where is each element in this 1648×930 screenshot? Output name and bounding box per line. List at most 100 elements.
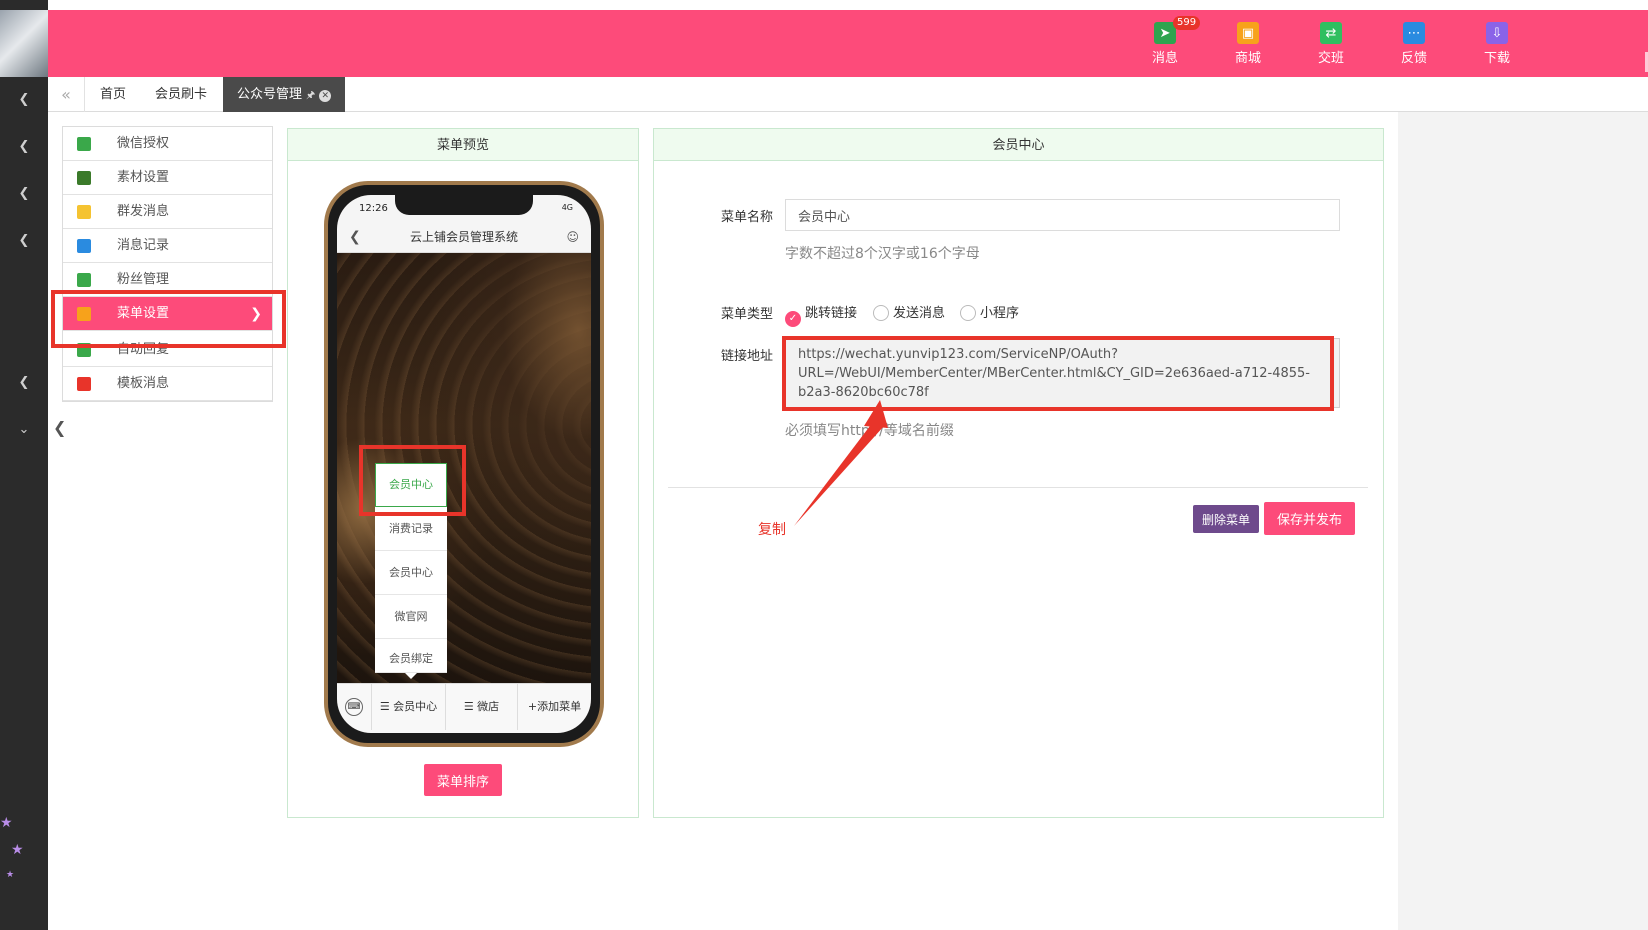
- top-header: ➤ 599 消息 ▣ 商城 ⇄ 交班 ⋯ 反馈 ⇩ 下载: [48, 10, 1648, 77]
- tab-member-card[interactable]: 会员刷卡: [155, 77, 207, 112]
- url-label: 链接地址: [721, 349, 774, 364]
- phone-menu-bar: ⌨ ☰ 会员中心 ☰ 微店 +添加菜单: [337, 683, 591, 733]
- chevron-left-icon[interactable]: ❮: [14, 184, 34, 204]
- radio-send-message[interactable]: 发送消息: [873, 302, 945, 321]
- submenu-item-label: 微信授权: [117, 136, 170, 151]
- submenu-item-label: 消息记录: [117, 238, 170, 253]
- topbar-item-messages[interactable]: ➤ 599 消息: [1135, 16, 1201, 66]
- chat-icon: ⋯: [1403, 22, 1425, 44]
- keyboard-icon[interactable]: ⌨: [345, 698, 363, 716]
- star-icon: ★: [11, 842, 24, 858]
- submenu-item-wechat-auth[interactable]: 微信授权: [63, 127, 272, 161]
- copy-annotation: 复制: [758, 522, 786, 538]
- message-count-badge: 599: [1173, 16, 1201, 30]
- popup-item[interactable]: 会员绑定: [375, 639, 447, 673]
- user-icon: ☺: [566, 230, 579, 244]
- topbar-item-label: 下载: [1483, 51, 1510, 66]
- chevron-left-icon[interactable]: ❮: [14, 137, 34, 157]
- popup-item[interactable]: 会员中心: [375, 551, 447, 595]
- topbar-item-label: 交班: [1317, 51, 1344, 66]
- submenu-item-label: 素材设置: [117, 170, 170, 185]
- menu-editor-panel: 会员中心: [653, 128, 1384, 818]
- submenu-item-broadcast[interactable]: 群发消息: [63, 195, 272, 229]
- right-gutter: [1398, 112, 1648, 930]
- status-signal: 4G: [561, 203, 573, 212]
- radio-label: 发送消息: [893, 306, 946, 321]
- menu-lines-icon: ☰: [379, 700, 394, 713]
- name-hint: 字数不超过8个汉字或16个字母: [785, 246, 980, 262]
- topbar-item-label: 消息: [1151, 51, 1178, 66]
- logo: [0, 10, 48, 77]
- radio-circle-icon: [960, 305, 976, 321]
- topbar-item-handover[interactable]: ⇄ 交班: [1301, 22, 1361, 66]
- pin-icon[interactable]: 🖈: [306, 90, 315, 101]
- star-icon: ★: [0, 815, 13, 831]
- left-sidebar: ❮ ❮ ❮ ❮ ❮ ⌄ ★ ★ ★: [0, 0, 48, 930]
- tab-home[interactable]: 首页: [100, 77, 126, 112]
- status-time: 12:26: [359, 203, 388, 214]
- image-icon: [77, 171, 91, 185]
- phone-navbar: ❮ 云上铺会员管理系统 ☺: [337, 221, 591, 253]
- type-label: 菜单类型: [721, 307, 774, 322]
- highlight-box: [51, 290, 286, 348]
- radio-jump-link[interactable]: ✓ 跳转链接: [785, 302, 857, 327]
- arrow-shaft: [794, 418, 884, 526]
- menu-name-input[interactable]: [785, 199, 1340, 231]
- topbar-item-download[interactable]: ⇩ 下载: [1467, 22, 1527, 66]
- tab-bar: « 首页 会员刷卡 公众号管理 🖈 ✕: [48, 77, 1648, 112]
- star-icon: ★: [6, 870, 15, 880]
- submenu-item-material[interactable]: 素材设置: [63, 161, 272, 195]
- bar-chart-icon: [77, 273, 91, 287]
- radio-label: 跳转链接: [805, 306, 858, 321]
- broadcast-icon: [77, 205, 91, 219]
- menu-bar-item[interactable]: ☰ 会员中心: [371, 684, 445, 730]
- tab-official-account[interactable]: 公众号管理 🖈 ✕: [223, 77, 346, 112]
- topbar-item-label: 反馈: [1400, 51, 1427, 66]
- phone-notch: [395, 195, 533, 215]
- chevron-left-icon[interactable]: ❮: [14, 231, 34, 251]
- menu-bar-label: 微店: [477, 700, 500, 713]
- menu-bar-label: 会员中心: [393, 700, 438, 713]
- checked-icon: ✓: [785, 311, 801, 327]
- lock-icon: [77, 239, 91, 253]
- tab-label: 公众号管理: [237, 87, 303, 102]
- wechat-icon: [77, 137, 91, 151]
- panel-title: 会员中心: [654, 129, 1383, 161]
- submenu-item-template[interactable]: 模板消息: [63, 367, 272, 401]
- radio-circle-icon: [873, 305, 889, 321]
- radio-mini-program[interactable]: 小程序: [960, 302, 1019, 321]
- popup-item[interactable]: 微官网: [375, 595, 447, 639]
- submenu-item-message-log[interactable]: 消息记录: [63, 229, 272, 263]
- chevron-left-icon[interactable]: ❮: [14, 90, 34, 110]
- chevron-left-icon[interactable]: ❮: [53, 418, 66, 437]
- submenu: 微信授权 素材设置 群发消息 消息记录 粉丝管理 菜单设置 ❯ 自动回复 模板消…: [62, 126, 273, 402]
- menu-bar-item[interactable]: ☰ 微店: [445, 684, 517, 730]
- highlight-box: [359, 445, 466, 516]
- shop-icon: ▣: [1237, 22, 1259, 44]
- save-publish-button[interactable]: 保存并发布: [1264, 502, 1355, 535]
- download-icon: ⇩: [1486, 22, 1508, 44]
- template-icon: [77, 377, 91, 391]
- swap-icon: ⇄: [1320, 22, 1342, 44]
- radio-label: 小程序: [980, 306, 1020, 321]
- menu-lines-icon: ☰: [463, 700, 478, 713]
- chevron-left-icon: ❮: [349, 229, 361, 245]
- panel-title: 菜单预览: [288, 129, 638, 161]
- submenu-item-label: 模板消息: [117, 376, 170, 391]
- submenu-item-label: 群发消息: [117, 204, 170, 219]
- double-chevron-left-icon[interactable]: «: [48, 77, 85, 112]
- divider: [668, 487, 1368, 488]
- annotation-arrow: [794, 400, 888, 526]
- add-menu-button[interactable]: +添加菜单: [517, 684, 591, 730]
- close-icon[interactable]: ✕: [319, 90, 332, 102]
- topbar-item-shop[interactable]: ▣ 商城: [1218, 22, 1278, 66]
- delete-menu-button[interactable]: 删除菜单: [1193, 505, 1259, 533]
- chevron-down-icon[interactable]: ⌄: [14, 420, 34, 440]
- arrow-head: [864, 400, 888, 428]
- chevron-left-icon[interactable]: ❮: [14, 373, 34, 393]
- menu-sort-button[interactable]: 菜单排序: [424, 764, 502, 796]
- phone-app-title: 云上铺会员管理系统: [409, 230, 518, 244]
- popup-caret: [405, 673, 417, 679]
- topbar-item-feedback[interactable]: ⋯ 反馈: [1384, 22, 1444, 66]
- name-label: 菜单名称: [721, 210, 774, 225]
